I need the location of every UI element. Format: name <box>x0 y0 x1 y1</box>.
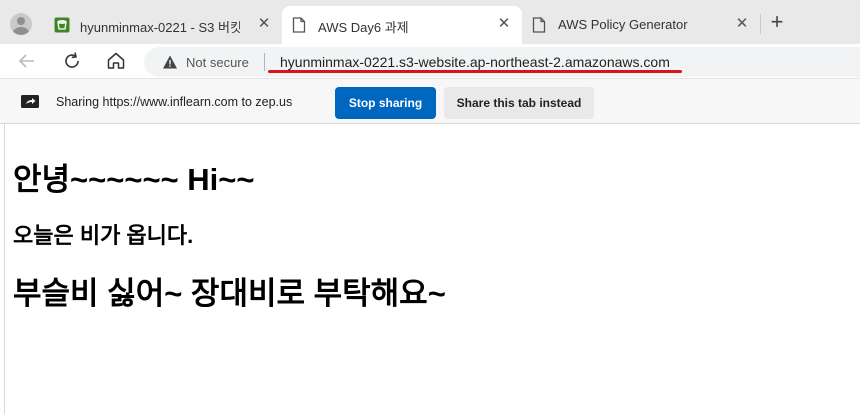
document-icon <box>532 17 546 36</box>
url-text[interactable]: hyunminmax-0221.s3-website.ap-northeast-… <box>280 54 670 70</box>
s3-bucket-icon <box>54 17 70 36</box>
page-heading-rain: 부슬비 싫어~ 장대비로 부탁해요~ <box>13 276 446 311</box>
tab-title: hyunminmax-0221 - S3 버킷 | S3 <box>80 20 240 35</box>
back-arrow-icon[interactable] <box>15 49 39 73</box>
tab-title: AWS Day6 과제 <box>318 20 409 35</box>
stop-sharing-button[interactable]: Stop sharing <box>335 87 436 119</box>
tab-policy-generator[interactable]: AWS Policy Generator ✕ <box>522 6 760 44</box>
document-icon <box>292 17 306 36</box>
tab-s3-bucket[interactable]: hyunminmax-0221 - S3 버킷 | S3 ✕ <box>44 6 282 44</box>
tab-divider <box>760 14 761 34</box>
sharing-message: Sharing https://www.inflearn.com to zep.… <box>56 95 293 109</box>
tab-close-icon[interactable]: ✕ <box>734 16 750 32</box>
address-separator <box>264 53 265 71</box>
security-status-label[interactable]: Not secure <box>186 55 249 70</box>
home-icon[interactable] <box>104 49 128 73</box>
screen-share-icon <box>20 94 40 115</box>
tab-close-icon[interactable]: ✕ <box>496 16 512 32</box>
tab-title: AWS Policy Generator <box>558 17 688 32</box>
page-paragraph: 오늘은 비가 옵니다. <box>13 223 194 248</box>
url-highlight-underline <box>268 70 682 73</box>
warning-icon[interactable] <box>162 54 178 75</box>
page-content: 안녕~~~~~~ Hi~~ 오늘은 비가 옵니다. 부슬비 싫어~ 장대비로 부… <box>4 124 860 414</box>
profile-avatar-icon[interactable] <box>10 13 32 35</box>
tab-strip: hyunminmax-0221 - S3 버킷 | S3 ✕ AWS Day6 … <box>0 0 860 44</box>
reload-icon[interactable] <box>60 49 84 73</box>
share-this-tab-button[interactable]: Share this tab instead <box>444 87 594 119</box>
sharing-infobar: Sharing https://www.inflearn.com to zep.… <box>0 78 860 124</box>
tab-close-icon[interactable]: ✕ <box>256 16 272 32</box>
new-tab-icon[interactable]: + <box>766 11 788 34</box>
page-heading-greeting: 안녕~~~~~~ Hi~~ <box>13 162 255 197</box>
tab-aws-day6[interactable]: AWS Day6 과제 ✕ <box>282 6 522 44</box>
